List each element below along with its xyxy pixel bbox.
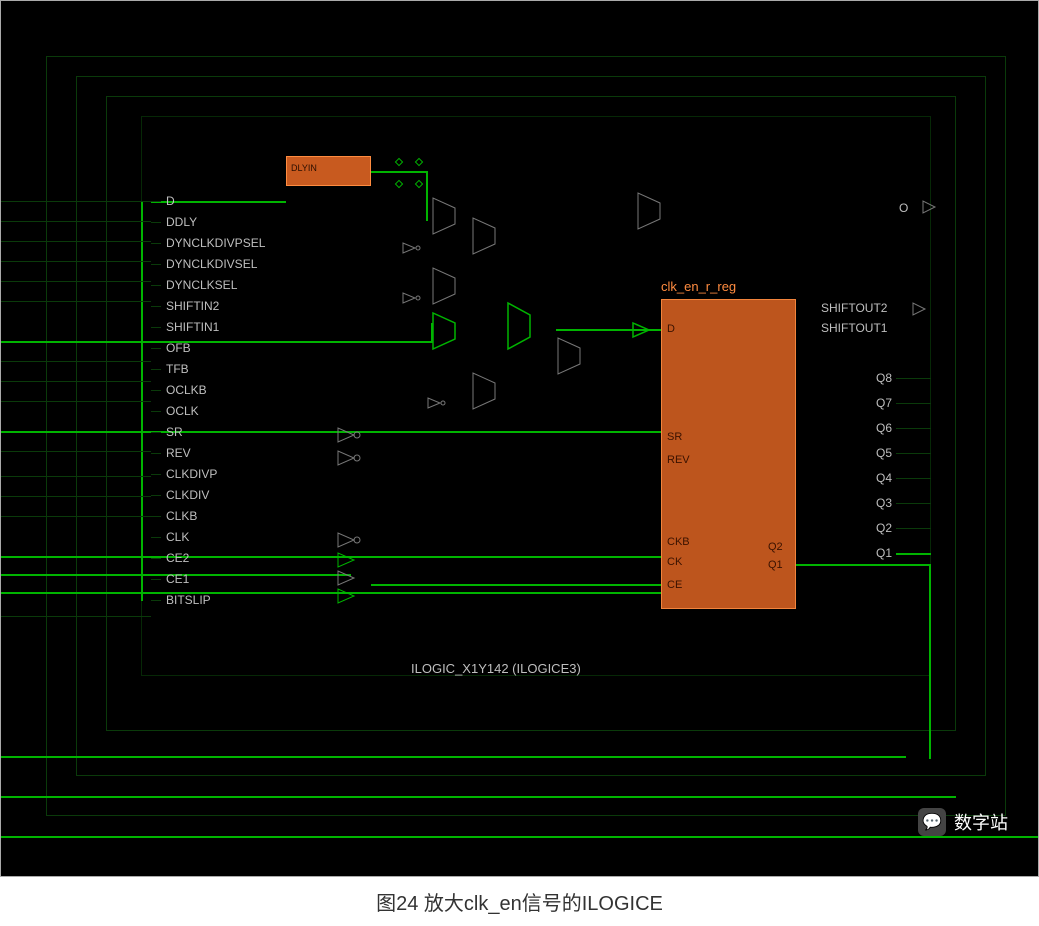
reg-pin-rev: REV: [667, 454, 690, 466]
mux-icon: [431, 311, 461, 351]
mux-icon: [431, 266, 461, 306]
buffer-icon: [336, 531, 364, 549]
input-pin-clkdiv: CLKDIV: [166, 488, 209, 502]
inverter-icon: [336, 426, 364, 444]
input-pin-sr: SR: [166, 425, 183, 439]
input-pin-dynclksel: DYNCLKSEL: [166, 278, 237, 292]
input-pin-rev: REV: [166, 446, 191, 460]
out-pin-shiftout2: SHIFTOUT2: [821, 301, 887, 315]
reg-pin-ce: CE: [667, 579, 682, 591]
input-pin-ce1: CE1: [166, 572, 189, 586]
output-pin-q2: Q2: [876, 521, 892, 535]
output-buffer-icon: [921, 199, 941, 215]
input-pin-clk: CLK: [166, 530, 189, 544]
buffer-icon: [631, 321, 659, 339]
watermark: 💬 数字站: [918, 808, 1008, 836]
output-pin-q7: Q7: [876, 396, 892, 410]
mux-icon: [471, 371, 501, 411]
reg-out-q2: Q2: [768, 541, 783, 553]
input-pin-bitslip: BITSLIP: [166, 593, 211, 607]
output-pin-q4: Q4: [876, 471, 892, 485]
inverter-icon: [426, 396, 448, 410]
buffer-icon: [336, 587, 364, 605]
out-pin-shiftout1: SHIFTOUT1: [821, 321, 887, 335]
input-pin-clkdivp: CLKDIVP: [166, 467, 217, 481]
input-pin-ofb: OFB: [166, 341, 191, 355]
inverter-icon: [401, 241, 423, 255]
output-pin-q1: Q1: [876, 546, 892, 560]
buffer-icon: [336, 449, 364, 467]
output-pin-q3: Q3: [876, 496, 892, 510]
input-pin-ce2: CE2: [166, 551, 189, 565]
mux-icon: [556, 336, 586, 376]
reg-out-q1: Q1: [768, 559, 783, 571]
reg-pin-ckb: CKB: [667, 536, 690, 548]
input-pin-tfb: TFB: [166, 362, 189, 376]
output-buffer-icon: [911, 301, 931, 317]
input-pin-shiftin1: SHIFTIN1: [166, 320, 219, 334]
input-pin-clkb: CLKB: [166, 509, 197, 523]
mux-icon: [471, 216, 501, 256]
output-pin-q8: Q8: [876, 371, 892, 385]
input-pin-dynclkdivpsel: DYNCLKDIVPSEL: [166, 236, 265, 250]
mux-icon: [506, 301, 536, 351]
inverter-icon: [401, 291, 423, 305]
figure-caption: 图24 放大clk_en信号的ILOGICE: [0, 877, 1039, 926]
output-pin-q5: Q5: [876, 446, 892, 460]
buffer-icon: [336, 569, 364, 587]
wechat-icon: 💬: [918, 808, 946, 836]
buffer-icon: [336, 551, 364, 569]
delay-label: DLYIN: [291, 163, 317, 173]
output-pin-q6: Q6: [876, 421, 892, 435]
mux-icon: [431, 196, 461, 236]
input-pin-d: D: [166, 194, 175, 208]
reg-pin-d: D: [667, 323, 675, 335]
input-pin-oclkb: OCLKB: [166, 383, 207, 397]
input-pin-shiftin2: SHIFTIN2: [166, 299, 219, 313]
input-pin-ddly: DDLY: [166, 215, 197, 229]
mux-icon: [636, 191, 666, 231]
input-pin-oclk: OCLK: [166, 404, 199, 418]
reg-pin-sr: SR: [667, 431, 682, 443]
block-label: ILOGIC_X1Y142 (ILOGICE3): [411, 661, 581, 676]
out-pin-o: O: [899, 201, 908, 215]
schematic-view[interactable]: DLYIN clk_en_r_reg D SR REV CKB CK CE Q2…: [0, 0, 1039, 877]
register-title: clk_en_r_reg: [661, 279, 736, 294]
watermark-text: 数字站: [954, 809, 1008, 835]
reg-pin-ck: CK: [667, 556, 682, 568]
input-pin-dynclkdivsel: DYNCLKDIVSEL: [166, 257, 257, 271]
